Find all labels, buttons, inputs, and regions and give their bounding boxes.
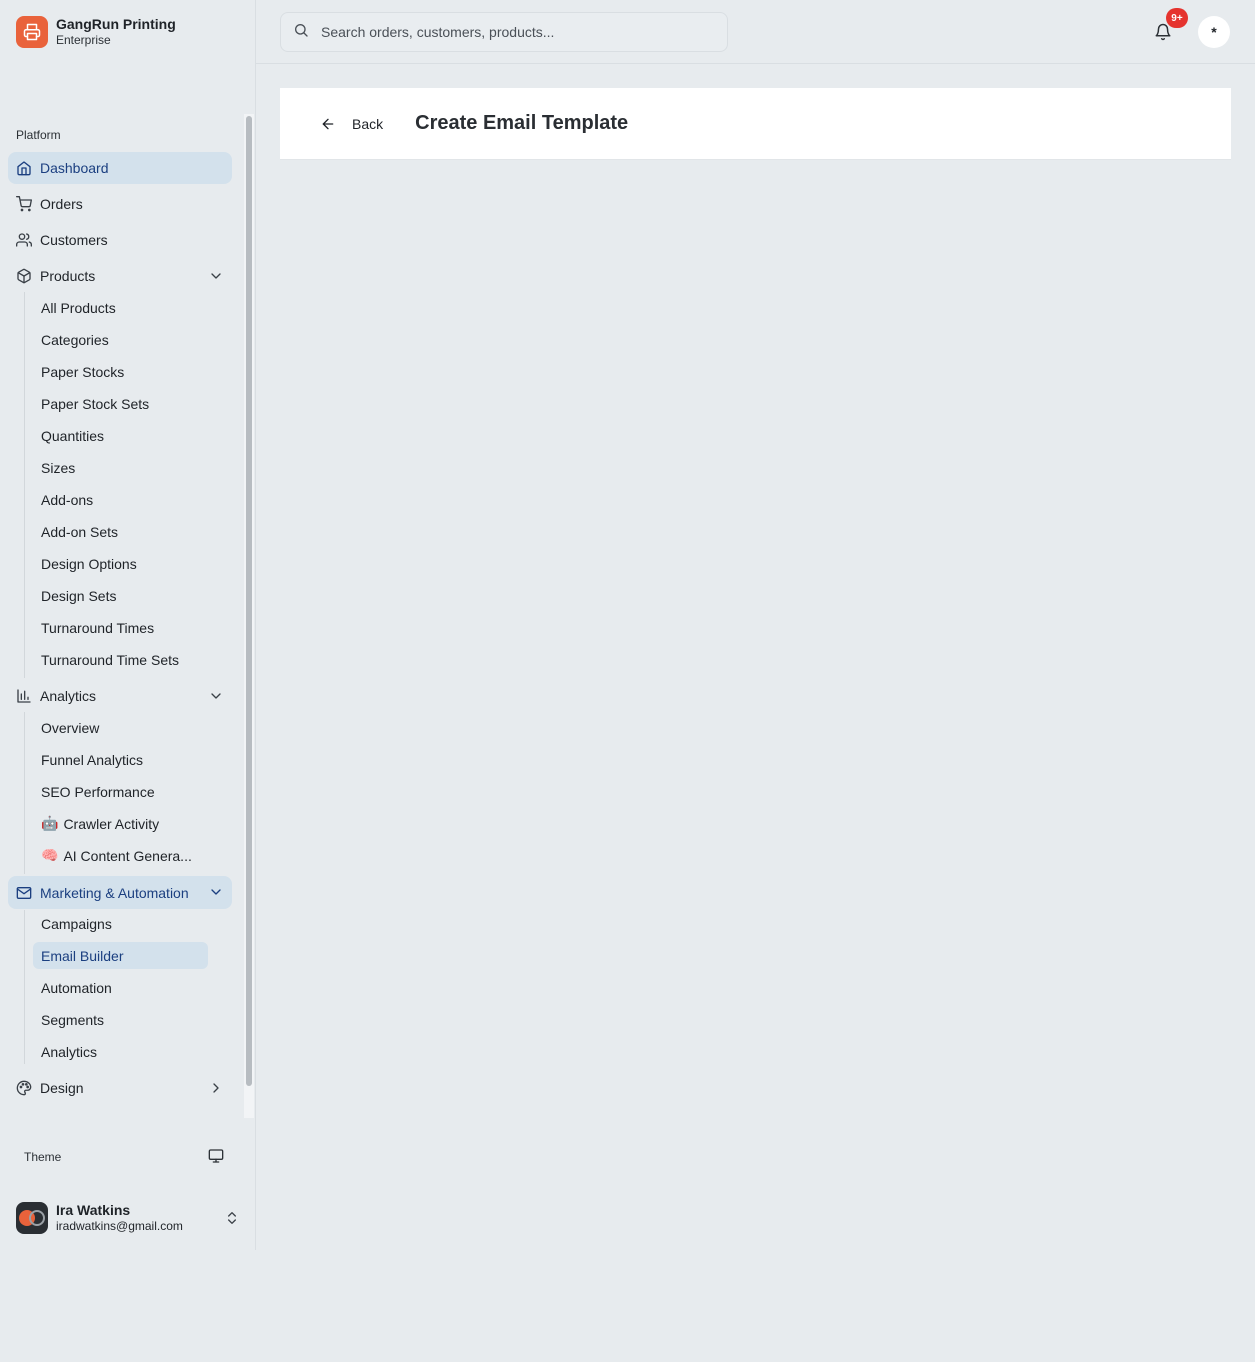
sidebar-item-orders[interactable]: Orders [8, 188, 232, 220]
sidebar-item-label: Products [40, 268, 96, 284]
submenu-item-all-products[interactable]: All Products [33, 294, 208, 321]
brain-icon: 🧠 [41, 847, 59, 863]
sidebar-scrollbar[interactable] [244, 114, 254, 1118]
sidebar-item-label: Marketing & Automation [40, 884, 189, 901]
search-box[interactable] [280, 12, 728, 52]
submenu-line [24, 292, 25, 678]
submenu-item-label: AI Content Genera... [63, 847, 192, 864]
cart-icon [16, 196, 32, 212]
theme-switcher: Theme [24, 1147, 224, 1167]
monitor-icon[interactable] [208, 1148, 224, 1167]
notification-badge: 9+ [1166, 8, 1188, 28]
sidebar-item-dashboard[interactable]: Dashboard [8, 152, 232, 184]
submenu-item-email-builder[interactable]: Email Builder [33, 942, 208, 969]
submenu-item-add-on-sets[interactable]: Add-on Sets [33, 518, 208, 545]
bar-chart-icon [16, 688, 32, 704]
submenu-item-automation[interactable]: Automation [33, 974, 208, 1001]
submenu-item-segments[interactable]: Segments [33, 1006, 208, 1033]
submenu-line [24, 910, 25, 1064]
sidebar-item-products[interactable]: Products [8, 260, 232, 292]
submenu-item-label: Crawler Activity [63, 815, 160, 832]
home-icon [16, 160, 32, 176]
submenu-item-design-sets[interactable]: Design Sets [33, 582, 208, 609]
sidebar-item-analytics[interactable]: Analytics [8, 680, 232, 712]
package-icon [16, 268, 32, 284]
submenu-item-paper-stocks[interactable]: Paper Stocks [33, 358, 208, 385]
palette-icon [16, 1080, 32, 1096]
chevrons-up-down-icon [224, 1210, 240, 1226]
sidebar-item-label: Analytics [40, 688, 97, 704]
submenu-item-categories[interactable]: Categories [33, 326, 208, 353]
back-label: Back [352, 115, 384, 132]
submenu-item-quantities[interactable]: Quantities [33, 422, 208, 449]
submenu-item-sizes[interactable]: Sizes [33, 454, 208, 481]
submenu-item-ai-content-generator[interactable]: 🧠 AI Content Genera... [33, 842, 208, 869]
sidebar-item-label: Dashboard [40, 160, 109, 176]
submenu-item-seo-performance[interactable]: SEO Performance [33, 778, 208, 805]
submenu-item-campaigns[interactable]: Campaigns [33, 910, 208, 937]
brand[interactable]: GangRun Printing Enterprise [16, 16, 176, 48]
sidebar-item-customers[interactable]: Customers [8, 224, 232, 256]
sidebar-item-label: Orders [40, 196, 83, 212]
users-icon [16, 232, 32, 248]
topbar: 9+ * [256, 0, 1255, 64]
chevron-down-icon [208, 688, 224, 704]
brand-name: GangRun Printing [56, 16, 176, 33]
nav-group-label: Platform [16, 128, 61, 142]
user-email: iradwatkins@gmail.com [56, 1219, 183, 1234]
sidebar: GangRun Printing Enterprise Platform Das… [0, 0, 256, 1250]
submenu-item-funnel-analytics[interactable]: Funnel Analytics [33, 746, 208, 773]
user-menu[interactable]: Ira Watkins iradwatkins@gmail.com [16, 1201, 242, 1235]
chevron-down-icon [208, 268, 224, 284]
sidebar-nav: Platform Dashboard Orders Customers Prod… [0, 114, 256, 1118]
submenu-item-turnaround-time-sets[interactable]: Turnaround Time Sets [33, 646, 208, 673]
back-button[interactable]: Back [310, 106, 393, 142]
sidebar-item-marketing-automation[interactable]: Marketing & Automation [8, 876, 232, 909]
submenu-item-analytics[interactable]: Analytics [33, 1038, 208, 1065]
user-avatar-button[interactable]: * [1198, 16, 1230, 48]
scrollbar-thumb[interactable] [246, 116, 252, 1086]
submenu-item-crawler-activity[interactable]: 🤖 Crawler Activity [33, 810, 208, 837]
sidebar-item-label: Design [40, 1080, 84, 1096]
printer-icon [16, 16, 48, 48]
submenu-line [24, 712, 25, 874]
brand-plan: Enterprise [56, 33, 111, 48]
submenu-item-label: Funnel Analytics [41, 751, 143, 768]
submenu-item-label: SEO Performance [41, 783, 155, 800]
submenu-item-turnaround-times[interactable]: Turnaround Times [33, 614, 208, 641]
submenu-item-add-ons[interactable]: Add-ons [33, 486, 208, 513]
submenu-item-overview[interactable]: Overview [33, 714, 208, 741]
page-header: Back Create Email Template [280, 88, 1231, 160]
page-title: Create Email Template [415, 112, 629, 134]
sidebar-item-design[interactable]: Design [8, 1072, 232, 1104]
theme-label: Theme [24, 1150, 62, 1164]
submenu-item-label: Overview [41, 719, 100, 736]
search-icon [293, 22, 309, 43]
arrow-left-icon [320, 116, 336, 132]
mail-icon [16, 885, 32, 901]
chevron-right-icon [208, 1080, 224, 1096]
submenu-item-paper-stock-sets[interactable]: Paper Stock Sets [33, 390, 208, 417]
avatar [16, 1202, 48, 1234]
user-name: Ira Watkins [56, 1201, 131, 1218]
sidebar-item-label: Customers [40, 232, 108, 248]
chevron-down-icon [208, 884, 224, 900]
search-input[interactable] [321, 24, 701, 40]
submenu-item-design-options[interactable]: Design Options [33, 550, 208, 577]
robot-icon: 🤖 [41, 815, 59, 831]
